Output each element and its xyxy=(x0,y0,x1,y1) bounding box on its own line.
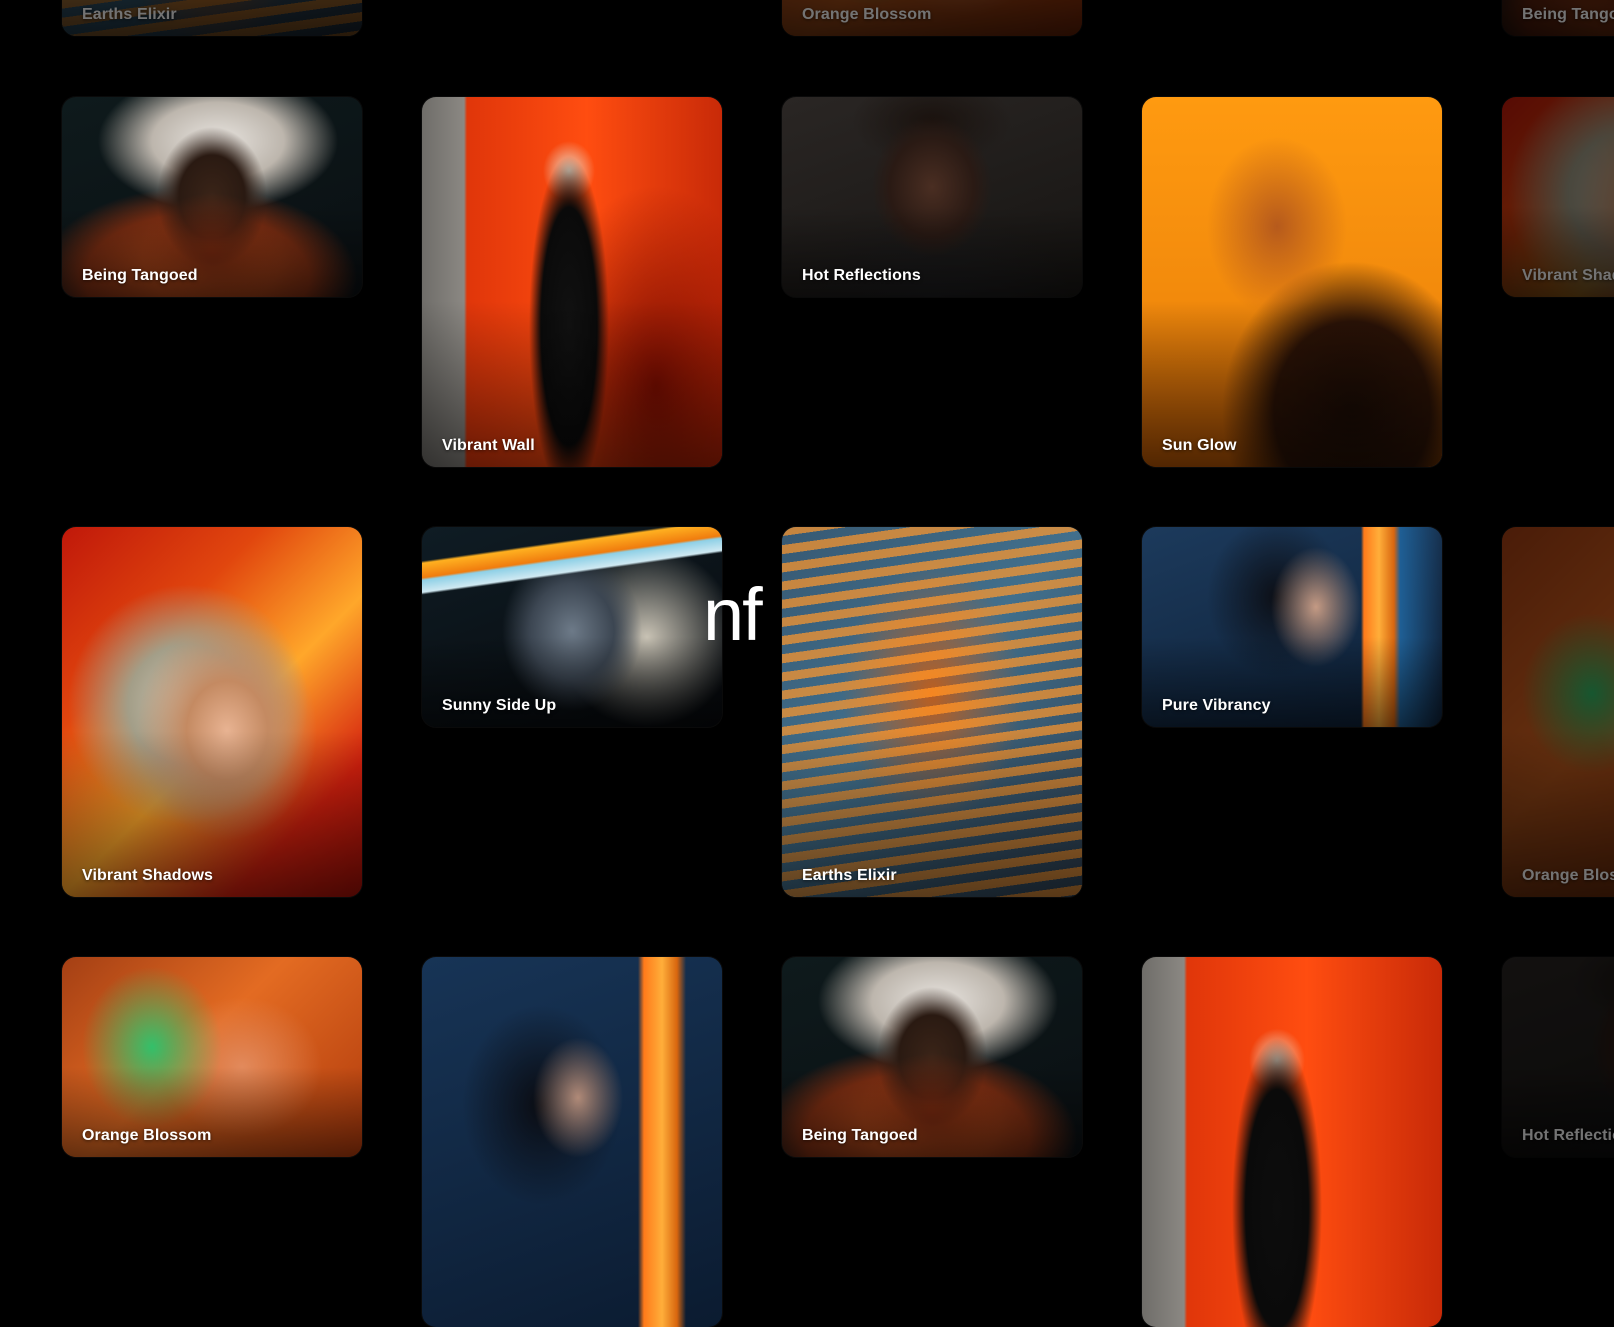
card-sunny-side-up[interactable]: Sunny Side Up xyxy=(422,527,722,727)
card-caption: Being Tangoed xyxy=(802,1127,918,1144)
card-orange-blossom-edge[interactable]: Orange Bloss xyxy=(1502,527,1614,897)
card-pure-vibrancy-2[interactable] xyxy=(422,957,722,1327)
overlay-heading-fragment: nf xyxy=(703,573,763,656)
card-vibrant-shadows-edge[interactable]: Vibrant Shad xyxy=(1502,97,1614,297)
card-caption: Vibrant Shad xyxy=(1522,267,1614,284)
card-caption: Hot Reflections xyxy=(802,267,921,284)
card-pure-vibrancy[interactable]: Pure Vibrancy xyxy=(1142,527,1442,727)
card-hot-reflections-edge[interactable]: Hot Reflectio xyxy=(1502,957,1614,1157)
card-sun-glow[interactable]: Sun Glow xyxy=(1142,97,1442,467)
card-caption: Being Tango xyxy=(1522,6,1614,23)
card-vibrant-shadows[interactable]: Vibrant Shadows xyxy=(62,527,362,897)
card-caption: Sunny Side Up xyxy=(442,697,557,714)
card-caption: Vibrant Shadows xyxy=(82,867,214,884)
card-caption: Earths Elixir xyxy=(802,867,897,884)
card-caption: Being Tangoed xyxy=(82,267,198,284)
card-caption: Vibrant Wall xyxy=(442,437,535,454)
card-caption: Earths Elixir xyxy=(82,6,177,23)
card-hot-reflections[interactable]: Hot Reflections xyxy=(782,97,1082,297)
photo-vibrant-wall xyxy=(1142,957,1442,1327)
card-caption: Orange Bloss xyxy=(1522,867,1614,884)
card-vibrant-wall[interactable]: Vibrant Wall xyxy=(422,97,722,467)
card-earths-elixir[interactable]: Earths Elixir xyxy=(782,527,1082,897)
card-caption: Orange Blossom xyxy=(82,1127,212,1144)
card-caption: Hot Reflectio xyxy=(1522,1127,1614,1144)
card-orange-blossom-top[interactable]: Orange Blossom xyxy=(782,0,1082,36)
card-orange-blossom[interactable]: Orange Blossom xyxy=(62,957,362,1157)
photo-pure-vibrancy xyxy=(422,957,722,1327)
card-being-tangoed-2[interactable]: Being Tangoed xyxy=(782,957,1082,1157)
card-caption: Sun Glow xyxy=(1162,437,1237,454)
card-caption: Pure Vibrancy xyxy=(1162,697,1271,714)
card-being-tangoed-top[interactable]: Being Tango xyxy=(1502,0,1614,36)
card-vibrant-wall-2[interactable] xyxy=(1142,957,1442,1327)
photo-gallery: Earths Elixir Orange Blossom Being Tango… xyxy=(0,0,1614,1327)
card-being-tangoed[interactable]: Being Tangoed xyxy=(62,97,362,297)
card-earths-elixir-top[interactable]: Earths Elixir xyxy=(62,0,362,36)
card-caption: Orange Blossom xyxy=(802,6,932,23)
